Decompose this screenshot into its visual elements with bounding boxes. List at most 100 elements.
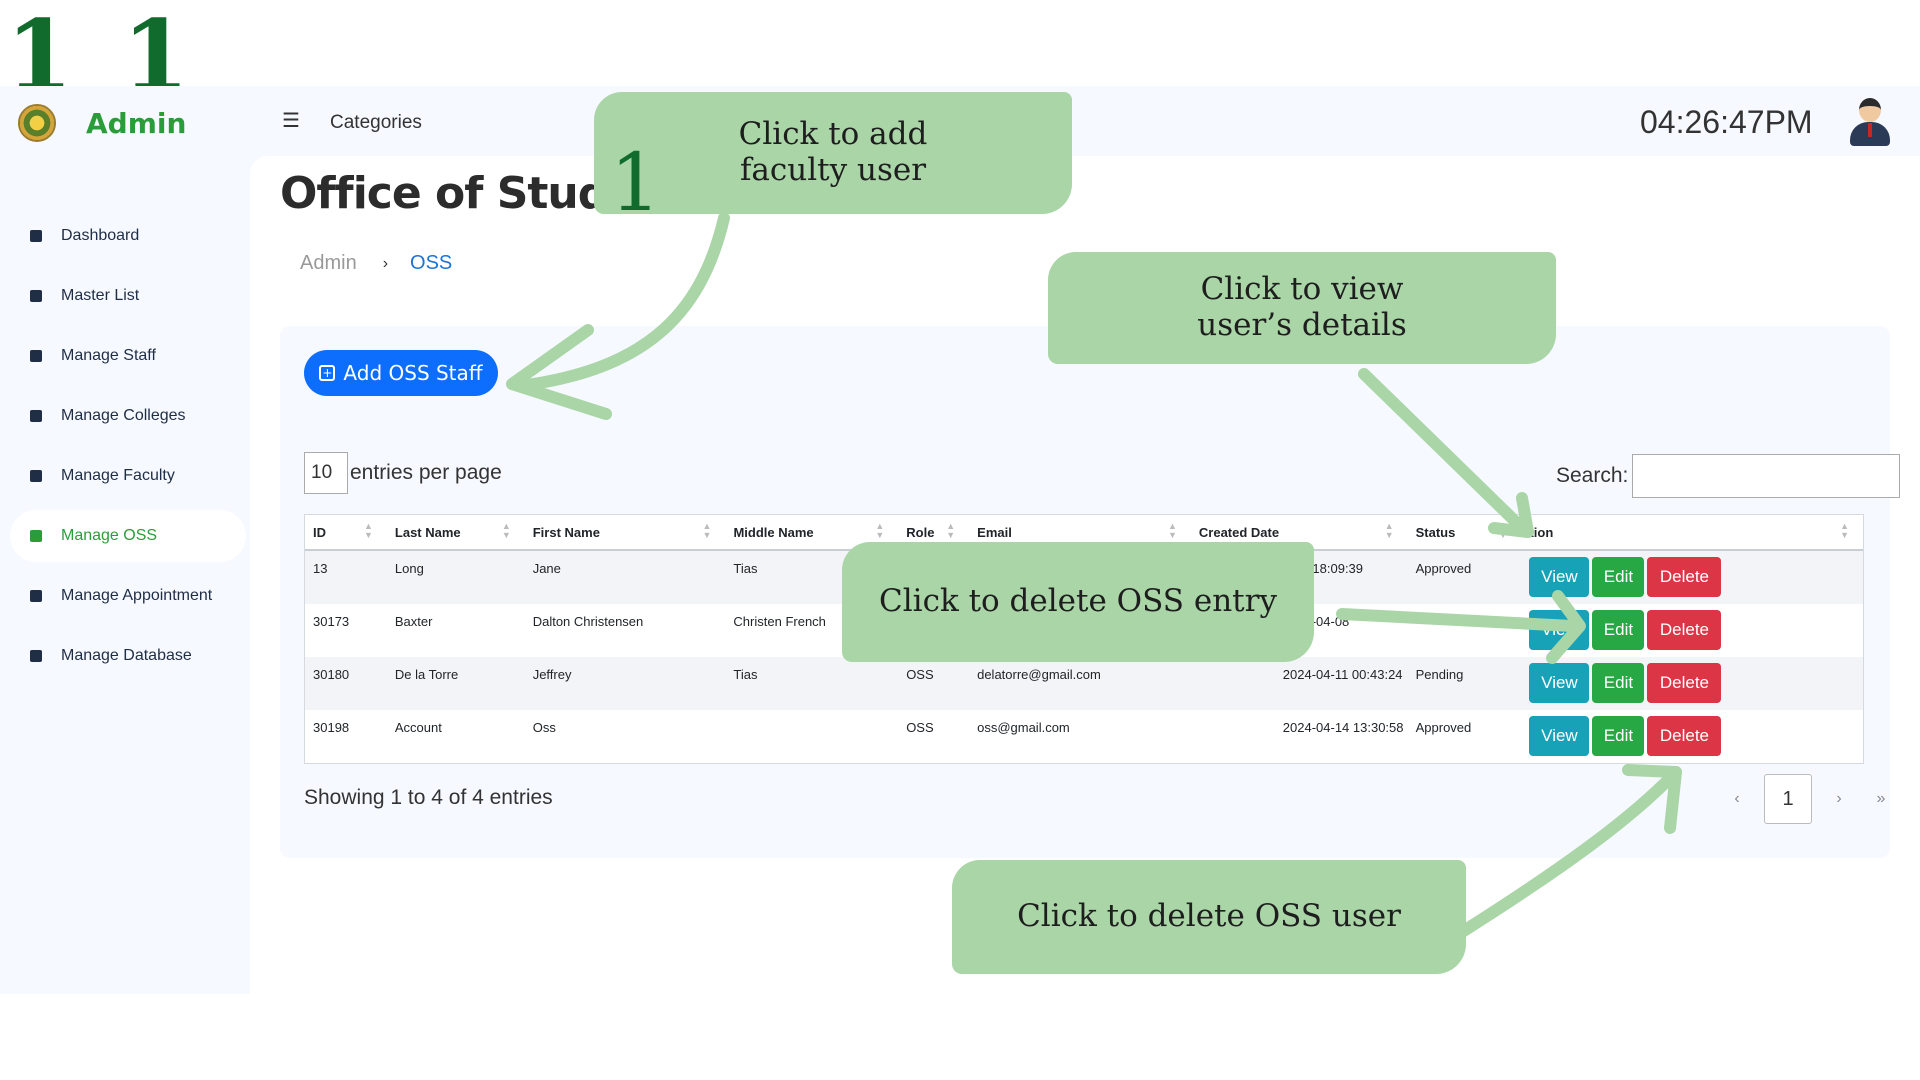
- annotation-add-faculty: Click to add faculty user: [594, 92, 1072, 214]
- annotation-text: Click to view user’s details: [1197, 271, 1407, 343]
- edit-button[interactable]: Edit: [1592, 610, 1645, 650]
- brand-title: Admin: [86, 106, 187, 140]
- column-label: Last Name: [394, 524, 461, 540]
- pagination: ‹ 1 › »: [1716, 774, 1902, 824]
- view-button[interactable]: View: [1529, 663, 1590, 703]
- column-label: Email: [977, 524, 1012, 540]
- column-header-created-date[interactable]: Created Date ▲ ▼: [1191, 520, 1408, 540]
- edit-button[interactable]: Edit: [1592, 663, 1645, 703]
- sidebar-item-master-list[interactable]: Master List: [10, 270, 246, 322]
- column-label: Role: [906, 524, 935, 540]
- cell-first-name: Oss: [532, 720, 556, 735]
- search-input[interactable]: [1632, 454, 1901, 498]
- page-title: Office of Stud: [280, 168, 609, 219]
- cell-actions: View Edit Delete: [1521, 657, 1863, 703]
- clock: 04:26:47PM: [1640, 104, 1813, 140]
- entries-per-page: 10 entries per page: [304, 452, 502, 494]
- hamburger-icon[interactable]: ☰: [282, 108, 300, 133]
- add-oss-staff-button[interactable]: + Add OSS Staff: [304, 350, 498, 396]
- cell-status: Pending: [1415, 667, 1464, 682]
- database-icon: [30, 650, 42, 662]
- cell-status: Approved: [1415, 720, 1472, 735]
- column-header-first-name[interactable]: First Name ▲ ▼: [525, 520, 726, 540]
- cell-actions: View Edit Delete: [1521, 710, 1863, 756]
- user-avatar[interactable]: [1848, 98, 1892, 146]
- column-label: tion: [1529, 524, 1554, 540]
- column-header-role[interactable]: Role ▲ ▼: [898, 520, 969, 540]
- cell-last-name: De la Torre: [394, 667, 459, 682]
- column-header-id[interactable]: ID ▲ ▼: [305, 520, 387, 540]
- cell-role: OSS: [906, 720, 934, 735]
- view-button[interactable]: View: [1529, 716, 1590, 756]
- sort-icon: ▲ ▼: [702, 520, 712, 540]
- sidebar-item-manage-oss[interactable]: Manage OSS: [10, 510, 246, 562]
- cell-status: Approved: [1415, 561, 1472, 576]
- annotation-delete-entry: Click to delete OSS entry: [842, 542, 1314, 662]
- sidebar-item-manage-staff[interactable]: Manage Staff: [10, 330, 246, 382]
- sort-icon: ▲ ▼: [1384, 520, 1394, 540]
- entries-info: Showing 1 to 4 of 4 entries: [304, 786, 553, 809]
- sort-icon: ▲ ▼: [363, 520, 373, 540]
- avatar-head: [1859, 98, 1881, 122]
- view-button[interactable]: View: [1529, 610, 1590, 650]
- column-header-middle-name[interactable]: Middle Name ▲ ▼: [725, 521, 898, 540]
- sidebar-item-dashboard[interactable]: Dashboard: [10, 210, 246, 262]
- annotation-delete-user: Click to delete OSS user: [952, 860, 1466, 974]
- pager-prev[interactable]: ‹: [1716, 790, 1758, 808]
- delete-button[interactable]: Delete: [1647, 663, 1722, 703]
- sidebar-item-label: Manage Faculty: [61, 467, 175, 484]
- categories-link[interactable]: Categories: [330, 112, 422, 134]
- cell-actions: View Edit Delete: [1521, 551, 1863, 597]
- delete-button[interactable]: Delete: [1647, 557, 1722, 597]
- column-header-email[interactable]: Email ▲ ▼: [969, 520, 1191, 540]
- sidebar-item-manage-colleges[interactable]: Manage Colleges: [10, 390, 246, 442]
- sort-icon: ▲ ▼: [1167, 520, 1177, 540]
- column-label: Status: [1415, 524, 1456, 540]
- cell-middle-name: [725, 710, 898, 720]
- column-label: ID: [313, 524, 326, 540]
- column-header-last-name[interactable]: Last Name ▲ ▼: [387, 520, 525, 540]
- sidebar-item-manage-appointment[interactable]: Manage Appointment: [10, 570, 246, 622]
- column-label: Created Date: [1198, 524, 1280, 540]
- breadcrumb-admin[interactable]: Admin: [300, 252, 357, 275]
- table-row: 30198 Account Oss OSS oss@gmail.com 2024…: [305, 710, 1863, 763]
- sort-icon: ▲ ▼: [501, 520, 511, 540]
- sort-icon: ▲ ▼: [946, 520, 956, 540]
- cell-last-name: Long: [394, 561, 424, 576]
- pager-last[interactable]: »: [1860, 790, 1902, 808]
- search-label: Search:: [1556, 464, 1629, 487]
- pager-next[interactable]: ›: [1818, 790, 1860, 808]
- annotation-text: Click to delete OSS entry: [879, 583, 1277, 620]
- person-icon: [30, 470, 42, 482]
- annotation-mark: 1: [610, 136, 661, 229]
- sidebar: Admin Dashboard Master List Manage Staff…: [0, 86, 250, 994]
- brand[interactable]: Admin: [18, 104, 186, 142]
- sidebar-item-manage-faculty[interactable]: Manage Faculty: [10, 450, 246, 502]
- breadcrumb-oss[interactable]: OSS: [410, 252, 452, 275]
- seal-logo: [18, 104, 56, 142]
- column-header-action[interactable]: tion ▲ ▼: [1521, 521, 1863, 540]
- sidebar-item-label: Master List: [61, 287, 140, 304]
- delete-button[interactable]: Delete: [1647, 716, 1722, 756]
- cell-email: oss@gmail.com: [977, 720, 1070, 735]
- edit-button[interactable]: Edit: [1592, 716, 1645, 756]
- entries-per-page-select[interactable]: 10: [304, 452, 348, 494]
- contact-icon: [30, 290, 42, 302]
- cell-first-name: Jane: [532, 561, 561, 576]
- add-oss-staff-label: Add OSS Staff: [343, 361, 483, 385]
- breadcrumb-separator: ›: [382, 254, 389, 272]
- plus-square-icon: +: [319, 365, 336, 381]
- sidebar-item-manage-database[interactable]: Manage Database: [10, 630, 246, 682]
- edit-button[interactable]: Edit: [1592, 557, 1645, 597]
- delete-button[interactable]: Delete: [1647, 610, 1722, 650]
- annotation-view-details: Click to view user’s details: [1048, 252, 1556, 364]
- column-label: Middle Name: [733, 524, 814, 540]
- annotation-text: Click to delete OSS user: [1017, 898, 1401, 935]
- sidebar-nav: Dashboard Master List Manage Staff Manag…: [10, 210, 246, 690]
- sidebar-item-label: Manage OSS: [61, 527, 158, 544]
- view-button[interactable]: View: [1529, 557, 1590, 597]
- cell-actions: View Edit Delete: [1521, 604, 1863, 650]
- pager-page-1[interactable]: 1: [1764, 774, 1812, 824]
- cell-id: 30180: [313, 667, 350, 682]
- column-header-status[interactable]: Status ▲ ▼: [1408, 521, 1522, 540]
